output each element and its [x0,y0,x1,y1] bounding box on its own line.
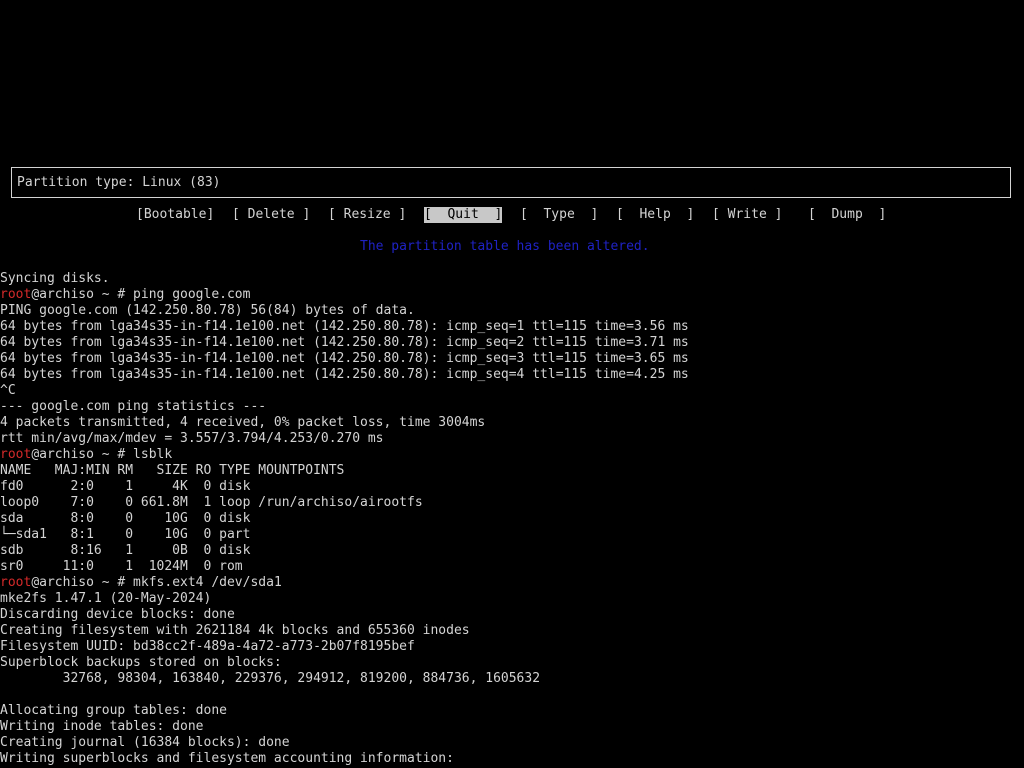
type-button[interactable]: [ Type ] [520,207,598,223]
terminal-line: rtt min/avg/max/mdev = 3.557/3.794/4.253… [0,431,384,447]
terminal-line: sda 8:0 0 10G 0 disk [0,511,250,527]
terminal-line-text: loop0 7:0 0 661.8M 1 loop /run/archiso/a… [0,495,423,510]
help-button[interactable]: [ Help ] [616,207,694,223]
quit-button[interactable]: [ Quit ] [424,207,503,223]
terminal-line: 4 packets transmitted, 4 received, 0% pa… [0,415,485,431]
terminal-line: --- google.com ping statistics --- [0,399,266,415]
terminal-line-text: fd0 2:0 1 4K 0 disk [0,479,251,494]
terminal-line-text: @archiso ~ # mkfs.ext4 /dev/sda1 [31,575,282,590]
terminal-line: Writing inode tables: done [0,719,204,735]
terminal-line: 64 bytes from lga34s35-in-f14.1e100.net … [0,335,689,351]
terminal-line-text: rtt min/avg/max/mdev = 3.557/3.794/4.253… [0,431,384,446]
terminal-line: loop0 7:0 0 661.8M 1 loop /run/archiso/a… [0,495,423,511]
terminal-line-text: ^C [0,383,16,398]
terminal-line: Syncing disks. [0,271,110,287]
terminal-line-text: sdb 8:16 1 0B 0 disk [0,543,251,558]
write-button[interactable]: [ Write ] [712,207,782,223]
terminal-line-text: Discarding device blocks: done [0,607,235,622]
terminal-line-text: sda 8:0 0 10G 0 disk [0,511,251,526]
prompt-user: root [0,287,32,302]
bootable-button[interactable]: [Bootable] [136,207,214,223]
delete-button[interactable]: [ Delete ] [232,207,310,223]
prompt-user: root [0,575,32,590]
terminal-line-text: └─sda1 8:1 0 10G 0 part [0,527,251,542]
terminal-line: Superblock backups stored on blocks: [0,655,282,671]
terminal-line: 64 bytes from lga34s35-in-f14.1e100.net … [0,351,689,367]
terminal-line: sdb 8:16 1 0B 0 disk [0,543,250,559]
terminal-line-text: PING google.com (142.250.80.78) 56(84) b… [0,303,415,318]
terminal-line: ^C [0,383,16,399]
terminal-line-text: Filesystem UUID: bd38cc2f-489a-4a72-a773… [0,639,415,654]
terminal-line-text: NAME MAJ:MIN RM SIZE RO TYPE MOUNTPOINTS [0,463,345,478]
resize-button[interactable]: [ Resize ] [328,207,406,223]
terminal-line-text: 64 bytes from lga34s35-in-f14.1e100.net … [0,367,689,382]
terminal-line-text: mke2fs 1.47.1 (20-May-2024) [0,591,212,606]
partition-type-text: Partition type: Linux (83) [17,175,221,190]
terminal-line: sr0 11:0 1 1024M 0 rom [0,559,243,575]
terminal-line: mke2fs 1.47.1 (20-May-2024) [0,591,211,607]
terminal-line-text: 32768, 98304, 163840, 229376, 294912, 81… [0,671,541,686]
terminal-line: Filesystem UUID: bd38cc2f-489a-4a72-a773… [0,639,415,655]
terminal-line-text: @archiso ~ # lsblk [31,447,173,462]
terminal-line: Allocating group tables: done [0,703,227,719]
terminal-line-text: 64 bytes from lga34s35-in-f14.1e100.net … [0,319,689,334]
terminal-line-text: Writing superblocks and filesystem accou… [0,751,454,766]
terminal-line: Creating journal (16384 blocks): done [0,735,290,751]
terminal-line: PING google.com (142.250.80.78) 56(84) b… [0,303,415,319]
terminal-line-text: 64 bytes from lga34s35-in-f14.1e100.net … [0,351,689,366]
terminal-line: Writing superblocks and filesystem accou… [0,751,454,767]
terminal-line-text: @archiso ~ # ping google.com [31,287,251,302]
terminal-line: └─sda1 8:1 0 10G 0 part [0,527,250,543]
terminal-line-text: Allocating group tables: done [0,703,227,718]
terminal-line: fd0 2:0 1 4K 0 disk [0,479,250,495]
terminal-line: root@archiso ~ # lsblk [0,447,172,463]
terminal-line-text: sr0 11:0 1 1024M 0 rom [0,559,243,574]
terminal-line-text: Superblock backups stored on blocks: [0,655,282,670]
status-message: The partition table has been altered. [360,239,650,254]
terminal-line-text: Creating journal (16384 blocks): done [0,735,290,750]
terminal-line: 32768, 98304, 163840, 229376, 294912, 81… [0,671,540,687]
terminal-line: root@archiso ~ # mkfs.ext4 /dev/sda1 [0,575,282,591]
terminal-line-text: Syncing disks. [0,271,110,286]
prompt-user: root [0,447,32,462]
terminal-line: Discarding device blocks: done [0,607,235,623]
terminal-line-text: --- google.com ping statistics --- [0,399,267,414]
terminal-line: 64 bytes from lga34s35-in-f14.1e100.net … [0,319,689,335]
terminal-line-text: Creating filesystem with 2621184 4k bloc… [0,623,470,638]
terminal-line: Creating filesystem with 2621184 4k bloc… [0,623,470,639]
terminal-line-text: 4 packets transmitted, 4 received, 0% pa… [0,415,486,430]
partition-type-box: Partition type: Linux (83) [11,167,1011,198]
terminal-line: NAME MAJ:MIN RM SIZE RO TYPE MOUNTPOINTS [0,463,344,479]
terminal-line-text: 64 bytes from lga34s35-in-f14.1e100.net … [0,335,689,350]
dump-button[interactable]: [ Dump ] [808,207,886,223]
terminal-line: root@archiso ~ # ping google.com [0,287,250,303]
terminal-line-text: Writing inode tables: done [0,719,204,734]
terminal-line: 64 bytes from lga34s35-in-f14.1e100.net … [0,367,689,383]
